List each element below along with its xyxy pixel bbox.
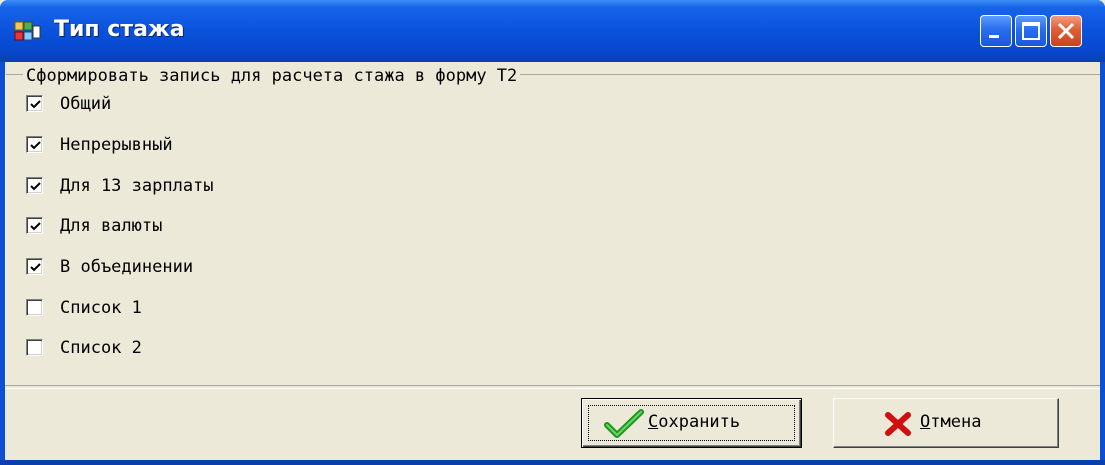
cancel-accel: О: [920, 412, 931, 432]
save-button-label: Сохранить: [648, 412, 740, 432]
cancel-button[interactable]: Отмена: [833, 398, 1059, 448]
red-x-icon: [885, 412, 911, 436]
window-title: Тип стажа: [54, 17, 185, 42]
minimize-button[interactable]: [980, 15, 1012, 47]
checkbox-box[interactable]: [26, 258, 43, 275]
window-bottom-border: [0, 460, 1105, 465]
maximize-button[interactable]: [1015, 15, 1047, 47]
checkbox-box[interactable]: [26, 217, 43, 234]
checkbox-label: Для 13 зарплаты: [60, 176, 214, 196]
close-icon: [1057, 22, 1075, 40]
maximize-icon: [1022, 22, 1040, 40]
checkbox-box[interactable]: [26, 299, 43, 316]
minimize-icon: [989, 35, 999, 38]
groupbox-legend: Сформировать запись для расчета стажа в …: [23, 66, 521, 86]
checkmark-icon: [30, 141, 41, 150]
checkbox-label: Для валюты: [60, 216, 163, 236]
save-rest: охранить: [658, 412, 741, 432]
checkbox-label: Список 1: [60, 298, 142, 318]
checkbox-box[interactable]: [26, 177, 43, 194]
checkbox-box[interactable]: [26, 339, 43, 356]
save-button[interactable]: Сохранить: [581, 398, 802, 448]
checkbox-label: Список 2: [60, 338, 142, 358]
save-accel: С: [648, 412, 659, 432]
title-bar[interactable]: Тип стажа: [0, 0, 1105, 62]
record-type-groupbox: [5, 74, 1100, 386]
checkmark-icon: [604, 409, 644, 438]
checkbox-label: В объединении: [60, 257, 194, 277]
checkmark-icon: [30, 182, 41, 191]
dialog-window: Тип стажа Сформировать запись для расчет…: [0, 0, 1105, 465]
app-icon: [14, 21, 41, 41]
checkbox-box[interactable]: [26, 95, 43, 112]
cancel-rest: тмена: [930, 412, 982, 432]
checkmark-icon: [30, 263, 41, 272]
dialog-body: Сформировать запись для расчета стажа в …: [5, 62, 1100, 460]
groupbox-divider: [5, 385, 1100, 389]
checkbox-box[interactable]: [26, 136, 43, 153]
checkmark-icon: [30, 100, 41, 109]
checkmark-icon: [30, 222, 41, 231]
checkbox-label: Общий: [60, 94, 112, 114]
checkbox-label: Непрерывный: [60, 135, 173, 155]
cancel-button-label: Отмена: [920, 412, 981, 432]
close-button[interactable]: [1050, 15, 1082, 47]
